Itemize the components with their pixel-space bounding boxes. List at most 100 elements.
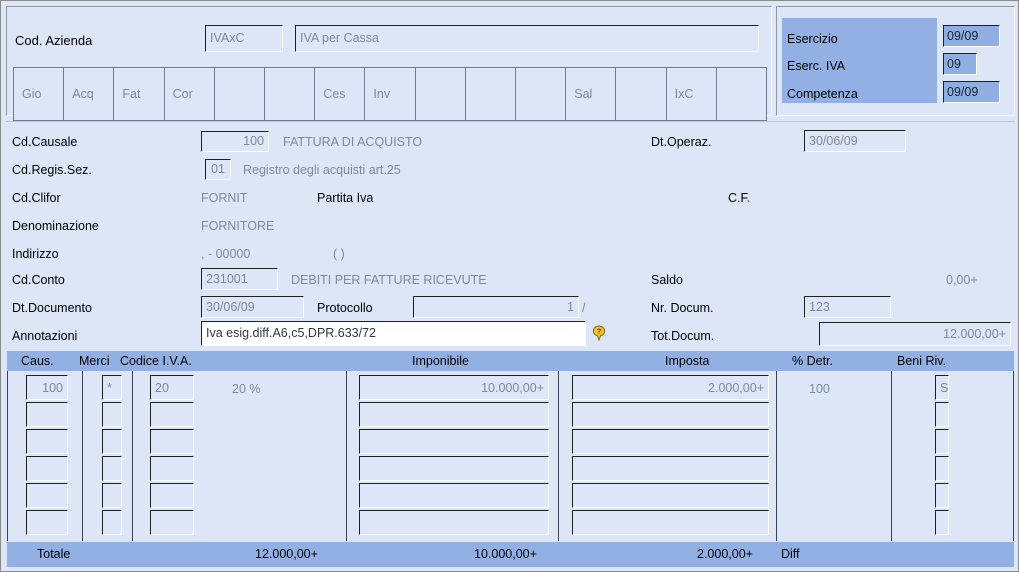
cd-conto-label: Cd.Conto xyxy=(12,273,65,287)
cell-codice-iva-3[interactable] xyxy=(150,429,194,454)
cell-beni-riv-6[interactable] xyxy=(935,510,949,535)
saldo-label: Saldo xyxy=(651,273,683,287)
cell-codice-iva-4[interactable] xyxy=(150,456,194,481)
tab-inv[interactable]: Inv xyxy=(364,67,415,121)
totale-imponibile: 10.000,00+ xyxy=(474,547,537,561)
cell-imposta-4[interactable] xyxy=(572,456,769,481)
cell-caus-6[interactable] xyxy=(26,510,68,535)
cd-causale-label: Cd.Causale xyxy=(12,135,78,149)
cell-caus-3[interactable] xyxy=(26,429,68,454)
cell-imponibile-6[interactable] xyxy=(359,510,549,535)
invoice-lines-grid: 100 * 20 20 % 10.000,00+ 2.000,00+ 100 S xyxy=(7,371,1014,541)
cell-imponibile-2[interactable] xyxy=(359,402,549,427)
tab-blank-3[interactable] xyxy=(414,67,465,121)
denominazione-label: Denominazione xyxy=(12,219,99,233)
denominazione-value[interactable]: FORNITORE xyxy=(201,220,274,233)
tab-blank-7[interactable] xyxy=(715,67,768,121)
help-balloon-icon[interactable]: ? xyxy=(591,325,607,341)
eserc-iva-input[interactable]: 09 xyxy=(943,53,977,75)
nr-docum-label: Nr. Docum. xyxy=(651,301,714,315)
saldo-value: 0,00+ xyxy=(946,273,978,287)
cell-caus-5[interactable] xyxy=(26,483,68,508)
cell-imposta-1[interactable]: 2.000,00+ xyxy=(572,375,769,400)
company-panel: Cod. Azienda IVAxC IVA per Cassa Gio Acq… xyxy=(6,6,772,121)
tab-sal[interactable]: Sal xyxy=(565,67,616,121)
cell-caus-2[interactable] xyxy=(26,402,68,427)
cell-imposta-2[interactable] xyxy=(572,402,769,427)
cell-imposta-5[interactable] xyxy=(572,483,769,508)
col-header-codice-iva: Codice I.V.A. xyxy=(120,354,192,368)
protocollo-separator: / xyxy=(582,301,586,315)
cell-imposta-3[interactable] xyxy=(572,429,769,454)
tab-ixc[interactable]: IxC xyxy=(665,67,716,121)
esercizio-input[interactable]: 09/09 xyxy=(943,25,1000,47)
cell-caus-4[interactable] xyxy=(26,456,68,481)
cell-caus-1[interactable]: 100 xyxy=(26,375,68,400)
diff-label: Diff xyxy=(781,547,800,561)
tab-acq[interactable]: Acq xyxy=(63,67,114,121)
tab-blank-2[interactable] xyxy=(264,67,315,121)
indirizzo-paren: ( ) xyxy=(333,247,345,261)
competenza-input[interactable]: 09/09 xyxy=(943,81,1000,103)
company-description-input[interactable]: IVA per Cassa xyxy=(295,25,759,52)
cell-imponibile-1[interactable]: 10.000,00+ xyxy=(359,375,549,400)
dt-documento-input[interactable]: 30/06/09 xyxy=(201,296,304,318)
cell-merci-1[interactable]: * xyxy=(102,375,122,400)
protocollo-label: Protocollo xyxy=(317,301,373,315)
cell-codice-iva-5[interactable] xyxy=(150,483,194,508)
totals-row: Totale 12.000,00+ 10.000,00+ 2.000,00+ D… xyxy=(7,542,1014,567)
totale-documento: 12.000,00+ xyxy=(255,547,318,561)
col-header-caus: Caus. xyxy=(21,354,54,368)
cd-causale-input[interactable]: 100 xyxy=(201,131,269,152)
cell-imponibile-3[interactable] xyxy=(359,429,549,454)
svg-text:?: ? xyxy=(597,327,602,336)
tot-docum-input[interactable]: 12.000,00+ xyxy=(819,322,1011,346)
partita-iva-label: Partita Iva xyxy=(317,191,374,205)
cell-beni-riv-5[interactable] xyxy=(935,483,949,508)
cell-merci-6[interactable] xyxy=(102,510,122,535)
cell-perc-detr-1[interactable]: 100 xyxy=(809,383,830,396)
invoice-entry-window: Cod. Azienda IVAxC IVA per Cassa Gio Acq… xyxy=(0,0,1019,572)
grid-separator-6 xyxy=(891,371,892,541)
col-header-perc-detr: % Detr. xyxy=(792,354,833,368)
cf-label: C.F. xyxy=(728,191,751,205)
grid-separator-1 xyxy=(82,371,83,541)
cell-beni-riv-3[interactable] xyxy=(935,429,949,454)
cell-beni-riv-1[interactable]: S xyxy=(935,375,949,400)
tab-fat[interactable]: Fat xyxy=(113,67,164,121)
tab-blank-4[interactable] xyxy=(464,67,516,121)
annotazioni-input[interactable]: Iva esig.diff.A6,c5,DPR.633/72 xyxy=(201,321,586,346)
section-divider xyxy=(6,121,1015,122)
protocollo-input[interactable]: 1 xyxy=(413,296,579,318)
cd-conto-input[interactable]: 231001 xyxy=(201,268,278,290)
cd-regis-sez-input[interactable]: 01 xyxy=(205,159,231,180)
competenza-label: Competenza xyxy=(787,87,858,101)
cell-imposta-6[interactable] xyxy=(572,510,769,535)
indirizzo-value[interactable]: , - 00000 xyxy=(201,248,250,261)
cell-beni-riv-4[interactable] xyxy=(935,456,949,481)
cell-codice-iva-2[interactable] xyxy=(150,402,194,427)
cod-azienda-input[interactable]: IVAxC xyxy=(205,25,283,52)
cd-clifor-value[interactable]: FORNIT xyxy=(201,192,248,205)
tab-gio[interactable]: Gio xyxy=(13,67,64,121)
tab-blank-1[interactable] xyxy=(213,67,265,121)
cell-imponibile-4[interactable] xyxy=(359,456,549,481)
nr-docum-input[interactable]: 123 xyxy=(804,296,891,318)
cell-merci-5[interactable] xyxy=(102,483,122,508)
cell-merci-2[interactable] xyxy=(102,402,122,427)
tab-cor[interactable]: Cor xyxy=(163,67,214,121)
cell-codice-iva-1[interactable]: 20 xyxy=(150,375,194,400)
cd-regis-sez-description: Registro degli acquisti art.25 xyxy=(243,163,401,177)
indirizzo-label: Indirizzo xyxy=(12,247,59,261)
tab-blank-6[interactable] xyxy=(615,67,666,121)
cell-merci-4[interactable] xyxy=(102,456,122,481)
cell-imponibile-5[interactable] xyxy=(359,483,549,508)
tab-blank-5[interactable] xyxy=(515,67,566,121)
dt-operaz-input[interactable]: 30/06/09 xyxy=(804,130,906,152)
tab-ces[interactable]: Ces xyxy=(314,67,365,121)
cd-regis-sez-label: Cd.Regis.Sez. xyxy=(12,163,92,177)
cell-beni-riv-2[interactable] xyxy=(935,402,949,427)
cell-codice-iva-6[interactable] xyxy=(150,510,194,535)
grid-separator-3 xyxy=(346,371,347,541)
cell-merci-3[interactable] xyxy=(102,429,122,454)
